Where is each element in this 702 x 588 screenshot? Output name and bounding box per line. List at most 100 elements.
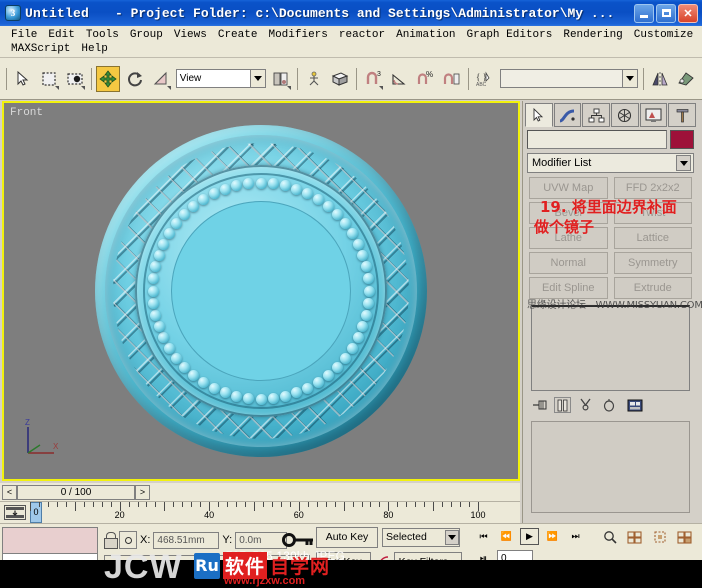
- ruler-tick: [75, 502, 76, 511]
- motion-tab[interactable]: [611, 103, 639, 127]
- absolute-relative-icon[interactable]: [119, 531, 137, 549]
- viewport-front[interactable]: Front Z X: [2, 101, 520, 481]
- key-mode-chevron-down-icon[interactable]: [445, 530, 459, 545]
- modifier-stack-list[interactable]: [531, 305, 690, 391]
- mirror-model[interactable]: [95, 125, 427, 457]
- modify-tab[interactable]: [554, 103, 582, 127]
- current-frame-display[interactable]: 0 / 100: [17, 485, 135, 500]
- named-selection-set-field[interactable]: [500, 69, 638, 88]
- modifier-button-lathe[interactable]: Lathe: [529, 227, 608, 249]
- utilities-tab[interactable]: [668, 103, 696, 127]
- ruler-tick: [111, 502, 112, 507]
- configure-modifier-sets-icon[interactable]: [627, 397, 644, 413]
- zoom-icon[interactable]: [600, 528, 619, 545]
- reference-coordinate-system[interactable]: View: [176, 69, 266, 88]
- create-tab[interactable]: [525, 103, 553, 127]
- percent-snap-icon[interactable]: %: [413, 66, 437, 92]
- menu-reactor[interactable]: reactor: [334, 28, 391, 42]
- lock-icon[interactable]: [104, 532, 116, 548]
- select-and-link-icon[interactable]: [302, 66, 326, 92]
- select-and-move-icon[interactable]: [96, 66, 120, 92]
- spinner-snap-icon[interactable]: [440, 66, 464, 92]
- modifier-button-ffd-2x2x2[interactable]: FFD 2x2x2: [614, 177, 693, 199]
- modifier-parameters-rollout[interactable]: [531, 421, 690, 513]
- object-color-swatch[interactable]: [670, 130, 694, 149]
- next-frame-icon[interactable]: ⏩: [543, 528, 562, 545]
- menu-help[interactable]: Help: [76, 42, 113, 56]
- object-name-field[interactable]: [527, 130, 667, 149]
- display-tab[interactable]: [640, 103, 668, 127]
- menu-create[interactable]: Create: [213, 28, 264, 42]
- svg-text:ABC: ABC: [476, 82, 487, 88]
- material-editor-icon[interactable]: [674, 66, 698, 92]
- go-to-end-icon[interactable]: ⏭: [566, 528, 585, 545]
- previous-frame-icon[interactable]: ⏪: [497, 528, 516, 545]
- menu-group[interactable]: Group: [125, 28, 169, 42]
- bead: [243, 178, 254, 189]
- bead: [280, 180, 291, 191]
- menu-maxscript[interactable]: MAXScript: [6, 42, 76, 56]
- time-slider-thumb[interactable]: 0: [30, 502, 42, 523]
- menu-graph-editors[interactable]: Graph Editors: [462, 28, 559, 42]
- menu-edit[interactable]: Edit: [43, 28, 80, 42]
- menu-tools[interactable]: Tools: [81, 28, 125, 42]
- zoom-extents-icon[interactable]: [650, 528, 669, 545]
- modifier-button-bevel[interactable]: Bevel: [529, 202, 608, 224]
- make-unique-icon[interactable]: [577, 397, 594, 413]
- ruler-tick: [469, 502, 470, 507]
- next-frame-arrow[interactable]: >: [135, 485, 150, 500]
- maxscript-output-pane[interactable]: [3, 528, 97, 554]
- modifier-button-twist[interactable]: Twist: [614, 202, 693, 224]
- select-and-scale-icon[interactable]: [149, 66, 173, 92]
- close-button[interactable]: ✕: [678, 4, 698, 23]
- menu-customize[interactable]: Customize: [629, 28, 699, 42]
- menu-rendering[interactable]: Rendering: [558, 28, 628, 42]
- select-and-rotate-icon[interactable]: [122, 66, 146, 92]
- toolbar-divider-2: [91, 68, 92, 90]
- menu-file[interactable]: File: [6, 28, 43, 42]
- mirror-icon[interactable]: [328, 66, 352, 92]
- zoom-all-icon[interactable]: [625, 528, 644, 545]
- snap-toggle-icon[interactable]: 3: [361, 66, 385, 92]
- bead: [164, 228, 175, 239]
- modifier-button-normal[interactable]: Normal: [529, 252, 608, 274]
- auto-key-button[interactable]: Auto Key: [316, 527, 378, 548]
- remove-modifier-icon[interactable]: [600, 397, 617, 413]
- key-mode-dropdown[interactable]: Selected: [382, 528, 460, 547]
- minimize-button[interactable]: [634, 4, 654, 23]
- chevron-down-icon[interactable]: [676, 155, 691, 171]
- hierarchy-tab[interactable]: [582, 103, 610, 127]
- use-pivot-point-center-icon[interactable]: [269, 66, 293, 92]
- mirror-tool-icon[interactable]: [648, 66, 672, 92]
- named-selection-dropdown-button[interactable]: [622, 69, 638, 88]
- select-object-icon[interactable]: [11, 66, 35, 92]
- angle-snap-icon[interactable]: [387, 66, 411, 92]
- bead: [347, 228, 358, 239]
- mirror-glass-surface[interactable]: [171, 201, 351, 381]
- ruler-tick: [57, 502, 58, 507]
- viewport-canvas[interactable]: Front Z X: [4, 103, 518, 479]
- menu-views[interactable]: Views: [169, 28, 213, 42]
- ruler-tick: [353, 502, 354, 507]
- prev-frame-arrow[interactable]: <: [2, 485, 17, 500]
- play-animation-icon[interactable]: ▶: [520, 528, 539, 545]
- named-selection-sets-icon[interactable]: { }ABC: [473, 66, 497, 92]
- select-by-region-icon[interactable]: [37, 66, 61, 92]
- timeline-ruler[interactable]: 0 20406080100: [0, 501, 520, 523]
- coord-x-label: X:: [140, 534, 150, 546]
- zoom-region-icon[interactable]: [675, 528, 694, 545]
- modifier-button-uvw-map[interactable]: UVW Map: [529, 177, 608, 199]
- modifier-button-symmetry[interactable]: Symmetry: [614, 252, 693, 274]
- menu-animation[interactable]: Animation: [391, 28, 461, 42]
- select-by-name-icon[interactable]: [63, 66, 87, 92]
- show-end-result-icon[interactable]: [554, 397, 571, 413]
- go-to-start-icon[interactable]: ⏮: [474, 528, 493, 545]
- modifier-button-lattice[interactable]: Lattice: [614, 227, 693, 249]
- coord-x-field[interactable]: 468.51mm: [153, 532, 219, 549]
- pin-stack-icon[interactable]: [531, 397, 548, 413]
- reference-coord-dropdown-button[interactable]: [250, 69, 266, 88]
- menu-modifiers[interactable]: Modifiers: [263, 28, 333, 42]
- track-view-icon[interactable]: [4, 505, 26, 520]
- modifier-list-dropdown[interactable]: Modifier List: [527, 153, 694, 173]
- maximize-button[interactable]: [656, 4, 676, 23]
